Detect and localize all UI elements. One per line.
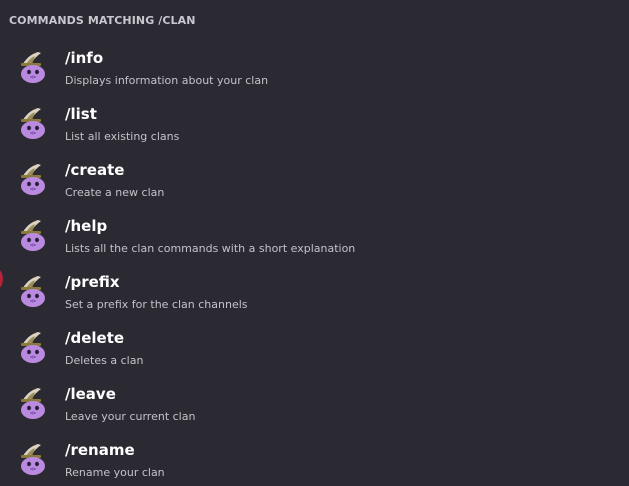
command-item-prefix[interactable]: /prefix Set a prefix for the clan channe…	[0, 260, 629, 316]
command-item-info[interactable]: /info Displays information about your cl…	[0, 36, 629, 92]
command-autocomplete-panel: COMMANDS MATCHING /CLAN /info Displays i…	[0, 0, 629, 486]
bot-avatar-icon	[21, 332, 45, 363]
cut-off-content-above	[40, 0, 180, 2]
bot-avatar-icon	[21, 388, 45, 419]
command-description: List all existing clans	[65, 130, 180, 143]
command-description: Create a new clan	[65, 186, 165, 199]
command-item-rename[interactable]: /rename Rename your clan	[0, 428, 629, 484]
command-name: /help	[65, 217, 108, 235]
command-description: Lists all the clan commands with a short…	[65, 242, 356, 255]
command-name: /delete	[65, 329, 125, 347]
bot-avatar-icon	[21, 276, 45, 307]
command-item-delete[interactable]: /delete Deletes a clan	[0, 316, 629, 372]
command-description: Set a prefix for the clan channels	[65, 298, 248, 311]
bot-avatar-icon	[21, 52, 45, 83]
command-name: /rename	[65, 441, 135, 459]
command-description: Displays information about your clan	[65, 74, 269, 87]
command-list: /info Displays information about your cl…	[0, 36, 629, 484]
command-name: /info	[65, 49, 104, 67]
command-name: /leave	[65, 385, 116, 403]
command-item-help[interactable]: /help Lists all the clan commands with a…	[0, 204, 629, 260]
command-name: /list	[65, 105, 97, 123]
bot-avatar-icon	[21, 108, 45, 139]
command-item-create[interactable]: /create Create a new clan	[0, 148, 629, 204]
bot-avatar-icon	[21, 444, 45, 475]
command-item-leave[interactable]: /leave Leave your current clan	[0, 372, 629, 428]
bot-avatar-icon	[21, 220, 45, 251]
command-item-list[interactable]: /list List all existing clans	[0, 92, 629, 148]
bot-avatar-icon	[21, 164, 45, 195]
command-name: /prefix	[65, 273, 120, 291]
command-name: /create	[65, 161, 125, 179]
command-description: Rename your clan	[65, 466, 165, 479]
command-description: Deletes a clan	[65, 354, 144, 367]
section-header: COMMANDS MATCHING /CLAN	[9, 14, 196, 27]
command-description: Leave your current clan	[65, 410, 196, 423]
